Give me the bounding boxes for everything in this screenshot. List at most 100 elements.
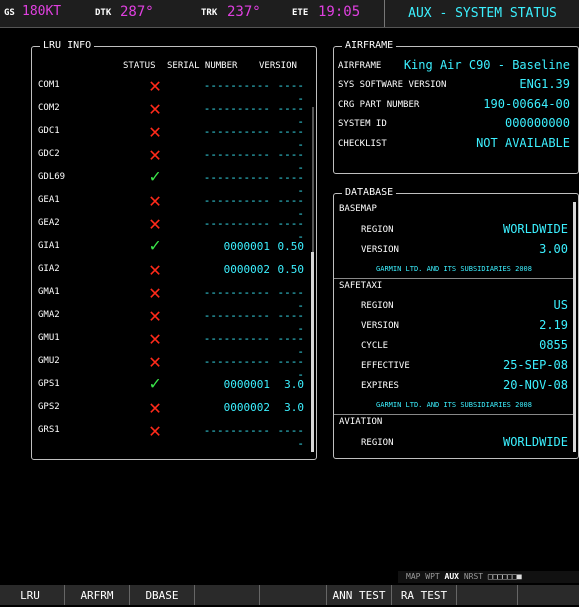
aviation-heading: AVIATION — [334, 414, 573, 431]
safetaxi-cycle-value: 0855 — [539, 338, 568, 352]
lru-serial: ---------- — [203, 194, 270, 207]
lru-row: GPS1 ✓ 0000001 3.0 — [32, 373, 308, 397]
safetaxi-expires-label: EXPIRES — [361, 381, 399, 391]
database-panel: DATABASE BASEMAP REGION WORLDWIDE VERSIO… — [333, 187, 579, 459]
status-ok-icon: ✓ — [149, 166, 161, 187]
arfrm-softkey[interactable]: ARFRM — [64, 585, 129, 605]
lru-info-title: LRU INFO — [40, 40, 95, 51]
dbase-softkey[interactable]: DBASE — [129, 585, 194, 605]
sw-version-value: ENG1.39 — [519, 77, 570, 91]
lru-name: GDC2 — [38, 149, 60, 159]
version-header: VERSION — [259, 61, 297, 71]
page-dots: □□□□□□■ — [487, 572, 522, 581]
safetaxi-effective-value: 25-SEP-08 — [502, 358, 568, 372]
top-status-bar: GS 180KT DTK 287° TRK 237° ETE 19:05 AUX… — [0, 0, 579, 28]
ete-value: 19:05 — [318, 4, 361, 20]
page-group-pre: MAP WPT — [406, 572, 440, 581]
lru-name: GDL69 — [38, 172, 66, 182]
safetaxi-cycle-label: CYCLE — [361, 341, 389, 351]
basemap-region-label: REGION — [361, 225, 394, 235]
lru-serial: ---------- — [203, 355, 270, 368]
lru-name: GMA2 — [38, 310, 60, 320]
lru-name: GMA1 — [38, 287, 60, 297]
lru-row: GIA2 ✕ 0000002 0.50 — [32, 257, 308, 282]
status-fail-icon: ✕ — [148, 96, 162, 120]
crg-part-value: 190-00664-00 — [483, 97, 570, 111]
airframe-panel: AIRFRAME AIRFRAME King Air C90 - Baselin… — [333, 40, 579, 174]
lru-row: GPS2 ✕ 0000002 3.0 — [32, 395, 308, 420]
lru-name: GIA2 — [38, 264, 60, 274]
lru-row: GMA1 ✕ ---------- ----- — [32, 281, 308, 312]
lru-serial: ---------- — [203, 309, 270, 322]
lru-row: GMA2 ✕ ---------- ----- — [32, 303, 308, 335]
airframe-label: AIRFRAME — [338, 61, 382, 71]
lru-serial: ---------- — [203, 125, 270, 138]
serial-header: SERIAL NUMBER — [167, 61, 238, 71]
lru-serial: ---------- — [203, 148, 270, 161]
lru-serial: ---------- — [203, 171, 270, 184]
airframe-value: King Air C90 - Baseline — [403, 58, 570, 72]
checklist-label: CHECKLIST — [338, 139, 387, 149]
lru-version: 0.50 — [277, 263, 305, 276]
lru-name: GRS1 — [38, 425, 60, 435]
ra-test-softkey[interactable]: RA TEST — [391, 585, 456, 605]
lru-serial: 0000002 — [223, 263, 270, 276]
lru-name: GIA1 — [38, 241, 60, 251]
safetaxi-copyright: GARMIN LTD. AND ITS SUBSIDIARIES 2008 — [376, 401, 532, 409]
empty-softkey-9[interactable] — [517, 585, 579, 605]
status-ok-icon: ✓ — [149, 373, 161, 394]
status-fail-icon: ✕ — [148, 73, 162, 97]
softkey-bar: LRU ARFRM DBASE ANN TEST RA TEST — [0, 585, 579, 605]
basemap-region-value: WORLDWIDE — [502, 222, 568, 236]
lru-version: 0.50 — [277, 240, 305, 253]
page-group-indicator: MAP WPT AUX NRST □□□□□□■ — [398, 571, 579, 583]
trk-value: 237° — [227, 4, 261, 20]
basemap-copyright: GARMIN LTD. AND ITS SUBSIDIARIES 2008 — [376, 265, 532, 273]
trk-label: TRK — [201, 8, 218, 18]
lru-row: GEA2 ✕ ---------- ----- — [32, 212, 308, 243]
database-scrollbar[interactable] — [573, 202, 576, 452]
status-fail-icon: ✕ — [148, 257, 162, 281]
safetaxi-version-label: VERSION — [361, 321, 399, 331]
lru-name: COM2 — [38, 103, 60, 113]
lru-row: GDC1 ✕ ---------- ----- — [32, 119, 308, 151]
aviation-region-value: WORLDWIDE — [502, 435, 568, 449]
status-fail-icon: ✕ — [148, 119, 162, 143]
lru-name: GMU2 — [38, 356, 60, 366]
safetaxi-heading: SAFETAXI — [334, 278, 573, 295]
status-fail-icon: ✕ — [148, 326, 162, 350]
lru-name: GEA2 — [38, 218, 60, 228]
lru-serial: ---------- — [203, 102, 270, 115]
status-fail-icon: ✕ — [148, 142, 162, 166]
dtk-label: DTK — [95, 8, 112, 18]
basemap-version-label: VERSION — [361, 245, 399, 255]
lru-serial: ---------- — [203, 79, 270, 92]
checklist-value: NOT AVAILABLE — [476, 136, 570, 150]
lru-softkey[interactable]: LRU — [0, 585, 60, 605]
empty-softkey-8[interactable] — [456, 585, 517, 605]
status-fail-icon: ✕ — [148, 418, 162, 442]
page-group-active: AUX — [444, 572, 459, 581]
status-fail-icon: ✕ — [148, 395, 162, 419]
crg-part-label: CRG PART NUMBER — [338, 100, 420, 110]
empty-softkey-5[interactable] — [259, 585, 326, 605]
ann-test-softkey[interactable]: ANN TEST — [326, 585, 391, 605]
system-id-label: SYSTEM ID — [338, 119, 387, 129]
lru-serial: 0000001 — [223, 378, 270, 391]
lru-name: GPS1 — [38, 379, 60, 389]
basemap-heading: BASEMAP — [339, 204, 377, 214]
aviation-region-label: REGION — [361, 438, 394, 448]
safetaxi-effective-label: EFFECTIVE — [361, 361, 410, 371]
lru-scrollbar-thumb[interactable] — [311, 252, 314, 452]
lru-serial: 0000002 — [223, 401, 270, 414]
lru-row: GMU2 ✕ ---------- ----- — [32, 349, 308, 381]
status-fail-icon: ✕ — [148, 303, 162, 327]
status-ok-icon: ✓ — [149, 235, 161, 256]
lru-row: GRS1 ✕ ---------- ----- — [32, 418, 308, 450]
lru-name: GDC1 — [38, 126, 60, 136]
page-group-post: NRST — [463, 572, 484, 581]
database-title: DATABASE — [342, 187, 397, 198]
lru-name: COM1 — [38, 80, 60, 90]
status-fail-icon: ✕ — [148, 349, 162, 373]
empty-softkey-4[interactable] — [194, 585, 259, 605]
